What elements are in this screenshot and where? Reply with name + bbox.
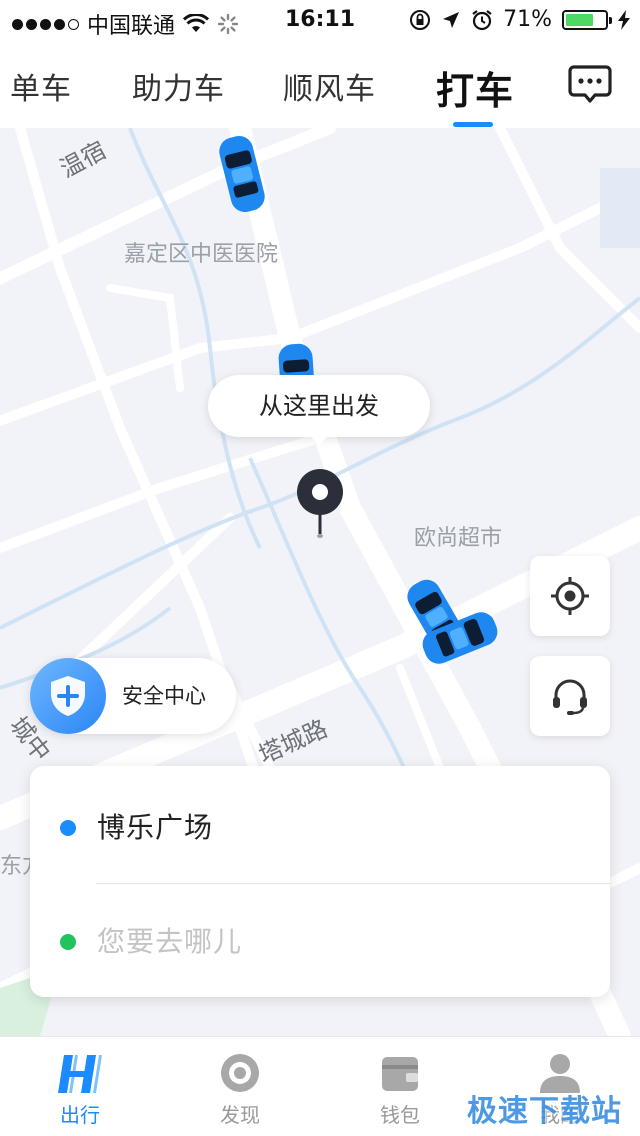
safety-center-label: 安全中心 xyxy=(122,684,206,708)
wallet-icon xyxy=(382,1057,418,1091)
headset-icon xyxy=(553,679,587,715)
tab-ebike[interactable]: 助力车 xyxy=(132,64,225,108)
destination-row[interactable]: 您要去哪儿 xyxy=(30,884,610,999)
tab-taxi[interactable]: 打车 xyxy=(436,60,514,115)
destination-input[interactable]: 您要去哪儿 xyxy=(97,884,242,999)
nav-wallet-label: 钱包 xyxy=(380,1103,420,1127)
map-label-hospital: 嘉定区中医医院 xyxy=(124,242,279,267)
alarm-icon xyxy=(472,9,492,30)
safety-center-button[interactable]: 安全中心 xyxy=(30,658,236,734)
battery-percent: 71% xyxy=(503,7,552,32)
pickup-pin-icon xyxy=(297,469,343,538)
pickup-tooltip[interactable]: 从这里出发 xyxy=(208,375,430,446)
charging-bolt-icon xyxy=(618,9,630,30)
battery-icon xyxy=(562,9,612,30)
status-right: 71% xyxy=(409,7,630,32)
nav-discover-label: 发现 xyxy=(220,1103,260,1127)
origin-row[interactable]: 博乐广场 xyxy=(30,770,610,885)
watermark: 极速下载站 xyxy=(467,1094,622,1129)
service-tabs: 单车 助力车 顺风车 打车 xyxy=(0,40,640,128)
destination-dot xyxy=(60,933,76,950)
customer-service-button[interactable] xyxy=(530,656,610,736)
active-tab-indicator xyxy=(453,122,493,127)
shield-icon xyxy=(51,676,85,716)
discover-icon xyxy=(221,1054,259,1092)
location-arrow-icon xyxy=(443,11,460,28)
locate-button[interactable] xyxy=(530,556,610,636)
status-bar: 中国联通 16:11 71% xyxy=(0,0,640,40)
origin-address: 博乐广场 xyxy=(97,811,214,844)
nav-discover[interactable]: 发现 xyxy=(160,1037,320,1136)
locate-icon xyxy=(551,577,589,615)
nav-wallet[interactable]: 钱包 xyxy=(320,1037,480,1136)
origin-dot xyxy=(60,819,76,836)
ride-logo-icon xyxy=(58,1055,102,1093)
safety-shield xyxy=(30,658,106,734)
nav-ride-label: 出行 xyxy=(60,1103,100,1127)
trip-address-panel: 博乐广场 您要去哪儿 xyxy=(30,766,610,997)
orientation-lock-icon xyxy=(410,9,431,30)
map-label-supermarket: 欧尚超市 xyxy=(414,526,503,551)
tab-carpool[interactable]: 顺风车 xyxy=(283,64,376,108)
message-icon[interactable] xyxy=(568,64,612,104)
tab-bike[interactable]: 单车 xyxy=(10,64,72,108)
nav-ride[interactable]: 出行 xyxy=(0,1037,160,1136)
